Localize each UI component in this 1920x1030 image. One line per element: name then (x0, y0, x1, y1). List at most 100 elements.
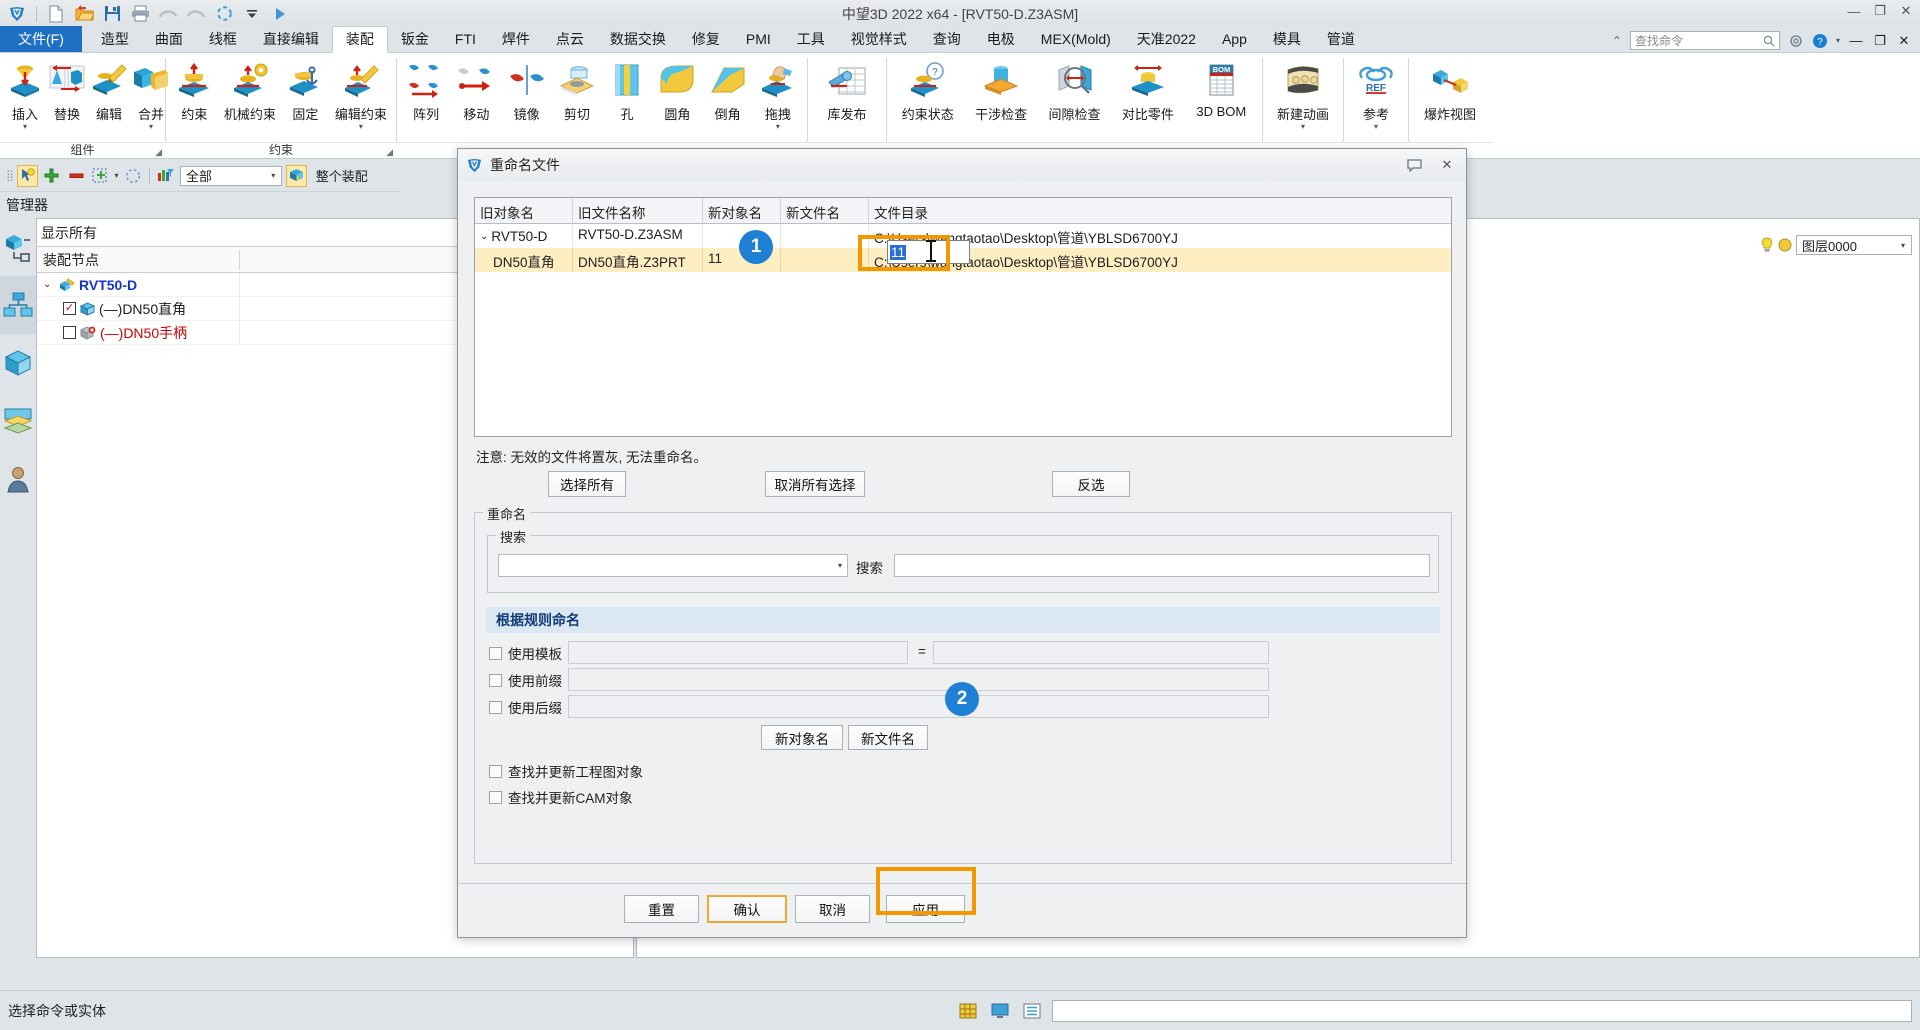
tab-inquire[interactable]: 查询 (920, 27, 974, 52)
search-icon[interactable] (1763, 35, 1775, 47)
ribbon-close-button[interactable]: ✕ (1896, 33, 1912, 49)
grid-icon[interactable] (956, 1000, 980, 1022)
ribbon-button-drag[interactable]: 拖拽 ▾ (753, 57, 803, 131)
filter-icon[interactable] (156, 165, 176, 187)
tab-mex-mold[interactable]: MEX(Mold) (1028, 27, 1124, 52)
reset-button[interactable]: 重置 (624, 895, 699, 923)
ribbon-button-library-publish[interactable]: 库发布 (812, 57, 882, 123)
use-prefix-checkbox[interactable] (489, 673, 502, 687)
tab-surface[interactable]: 曲面 (142, 27, 196, 52)
tab-pipe[interactable]: 管道 (1314, 27, 1368, 52)
ribbon-button-hole[interactable]: 孔 (602, 57, 652, 123)
rail-item-history-tree[interactable] (0, 218, 36, 276)
minimize-button[interactable]: — (1846, 4, 1862, 19)
table-row[interactable] (475, 296, 1451, 320)
ribbon-button-replace[interactable]: 替换 (46, 57, 88, 123)
search-input[interactable]: 查找命令 (1635, 32, 1763, 49)
rail-item-user[interactable] (0, 450, 36, 508)
app-logo-icon[interactable] (6, 3, 28, 24)
chevron-down-icon[interactable]: ⌄ (43, 279, 55, 290)
ribbon-button-edit-constraint[interactable]: 编辑约束 ▾ (330, 57, 392, 131)
chevron-down-icon[interactable]: ▾ (776, 123, 780, 131)
tab-pmi[interactable]: PMI (733, 27, 784, 52)
apply-button[interactable]: 应用 (886, 895, 965, 923)
ribbon-button-constraint[interactable]: 约束 (170, 57, 219, 123)
ribbon-button-constraint-status[interactable]: ? 约束状态 (891, 57, 964, 123)
assembly-icon[interactable] (286, 164, 307, 187)
dropdown-icon[interactable] (241, 3, 263, 24)
apply-new-file-name-button[interactable]: 新文件名 (848, 725, 928, 750)
tab-weldment[interactable]: 焊件 (489, 27, 543, 52)
rail-item-layer[interactable] (0, 392, 36, 450)
chevron-down-icon[interactable]: ▾ (359, 123, 363, 131)
cancel-button[interactable]: 取消 (795, 895, 870, 923)
tab-data-exchange[interactable]: 数据交换 (597, 27, 679, 52)
deselect-all-button[interactable]: 取消所有选择 (765, 471, 865, 497)
dialog-launcher-icon[interactable]: ◢ (155, 147, 162, 158)
undo-icon[interactable] (157, 3, 179, 24)
tree-checkbox-checked[interactable]: ✓ (63, 302, 76, 315)
chevron-down-icon[interactable]: ▾ (1301, 123, 1305, 131)
apply-new-object-name-button[interactable]: 新对象名 (761, 725, 843, 750)
tab-electrode[interactable]: 电极 (974, 27, 1028, 52)
table-row[interactable] (475, 272, 1451, 296)
tab-pointcloud[interactable]: 点云 (543, 27, 597, 52)
ribbon-button-clearance-check[interactable]: 间隙检查 (1038, 57, 1111, 123)
refresh-icon[interactable] (213, 3, 235, 24)
cell-new-file[interactable] (781, 248, 869, 272)
search-type-combo[interactable]: ▾ (498, 554, 848, 577)
use-template-result-input[interactable] (933, 641, 1269, 664)
rail-item-assembly-tree[interactable] (0, 276, 36, 334)
update-drawing-objects-row[interactable]: 查找并更新工程图对象 (489, 761, 643, 781)
ribbon-button-interference-check[interactable]: 干涉检查 (964, 57, 1037, 123)
use-prefix-row[interactable]: 使用前缀 (489, 670, 562, 690)
ribbon-button-edit-component[interactable]: 编辑 (88, 57, 130, 123)
chevron-down-icon[interactable]: ▾ (1897, 241, 1909, 250)
rename-files-table[interactable]: 旧对象名 旧文件名称 新对象名 新文件名 文件目录 ⌄ RVT50-D RVT5… (474, 197, 1452, 437)
close-button[interactable]: ✕ (1898, 3, 1914, 19)
toolbar-grip[interactable]: ⣿ (6, 169, 14, 182)
ribbon-button-new-animation[interactable]: 新建动画 ▾ (1267, 57, 1339, 131)
update-cam-objects-row[interactable]: 查找并更新CAM对象 (489, 787, 633, 807)
chevron-down-icon[interactable]: ⌄ (480, 231, 488, 242)
chevron-down-icon[interactable]: ▾ (1374, 123, 1378, 131)
remove-icon[interactable] (66, 165, 86, 187)
tab-mold[interactable]: 模具 (1260, 27, 1314, 52)
table-row[interactable] (475, 344, 1451, 368)
table-row[interactable] (475, 392, 1451, 416)
ribbon-button-pattern[interactable]: 阵列 (401, 57, 451, 123)
tab-file[interactable]: 文件(F) (0, 26, 82, 52)
select-highlight-icon[interactable] (17, 164, 38, 187)
tab-molding[interactable]: 造型 (88, 27, 142, 52)
open-folder-icon[interactable] (73, 3, 95, 24)
tab-tianzhun-2022[interactable]: 天准2022 (1124, 27, 1209, 52)
update-cam-objects-checkbox[interactable] (489, 790, 502, 804)
layer-combo[interactable]: 图层0000 ▾ (1796, 235, 1912, 255)
tab-tools[interactable]: 工具 (784, 27, 838, 52)
add-all-icon[interactable] (90, 165, 110, 187)
chevron-down-icon[interactable]: ▾ (267, 171, 279, 180)
ribbon-button-reference[interactable]: REF 参考 ▾ (1348, 57, 1404, 131)
cell-new-file[interactable] (781, 224, 869, 248)
list-icon[interactable] (1020, 1000, 1044, 1022)
chevron-up-icon[interactable]: ⌃ (1612, 34, 1622, 48)
invert-selection-button[interactable]: 反选 (1052, 471, 1130, 497)
tree-checkbox-unchecked[interactable] (63, 326, 76, 339)
ribbon-restore-button[interactable]: ❐ (1872, 33, 1888, 49)
tab-sheetmetal[interactable]: 钣金 (388, 27, 442, 52)
ribbon-button-explode-view[interactable]: 爆炸视图 (1413, 57, 1487, 123)
use-suffix-input[interactable] (568, 695, 1269, 718)
manager-filter-combo[interactable]: 全部 ▾ (180, 165, 283, 186)
close-icon[interactable]: ✕ (1436, 157, 1458, 173)
command-input[interactable] (1052, 999, 1912, 1022)
tab-app[interactable]: App (1209, 27, 1260, 52)
use-suffix-row[interactable]: 使用后缀 (489, 697, 562, 717)
help-icon[interactable]: ? (1812, 33, 1828, 49)
update-drawing-objects-checkbox[interactable] (489, 764, 502, 778)
print-icon[interactable] (129, 3, 151, 24)
ribbon-minimize-button[interactable]: — (1848, 33, 1864, 48)
search-input-field[interactable] (894, 554, 1430, 577)
ribbon-button-chamfer[interactable]: 倒角 (703, 57, 753, 123)
ribbon-button-move[interactable]: 移动 (451, 57, 501, 123)
save-icon[interactable] (101, 3, 123, 24)
